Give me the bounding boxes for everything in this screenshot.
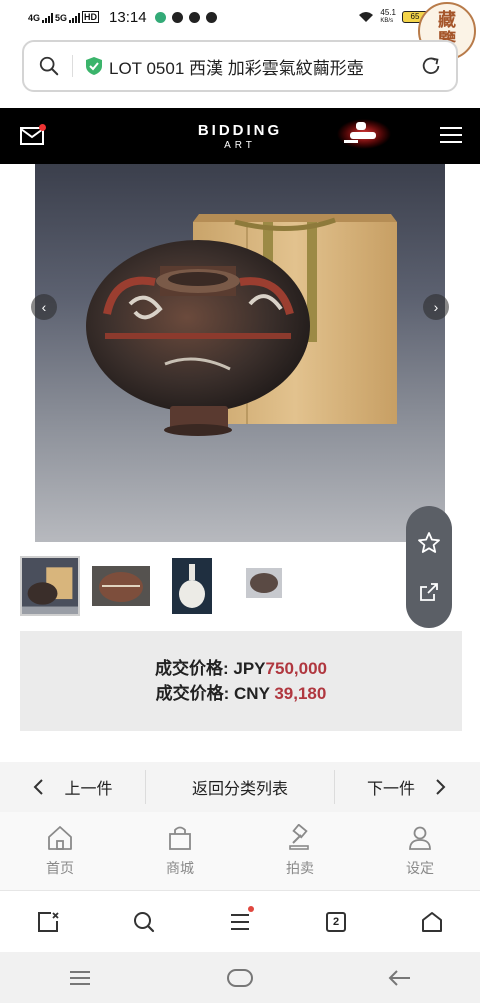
location-icon	[171, 11, 183, 23]
prev-lot-button[interactable]: 上一件	[0, 762, 145, 812]
user-icon	[409, 826, 431, 850]
tab-settings-label: 设定	[406, 860, 434, 876]
price-cny-row: 成交价格: CNY 39,180	[156, 681, 327, 706]
price-jpy-label: 成交价格: JPY	[155, 659, 266, 678]
price-jpy-value: 750,000	[265, 659, 327, 678]
menu-icon[interactable]	[440, 127, 462, 145]
price-cny-label: 成交价格: CNY	[155, 684, 275, 703]
tabs-button[interactable]: 2	[314, 900, 358, 944]
clock: 13:14	[109, 8, 147, 26]
search-icon	[134, 911, 155, 932]
status-bar: 4G 5G HD 13:14 45.1 KB/s 65	[0, 0, 480, 34]
gavel-icon	[289, 824, 309, 850]
network-type-1: 4G	[28, 13, 41, 23]
search-button[interactable]	[122, 900, 166, 944]
status-right: 45.1 KB/s 65	[358, 9, 428, 25]
shopping-bag-icon	[169, 826, 191, 850]
secure-shield-icon	[86, 57, 102, 75]
net-speed-unit: KB/s	[380, 18, 394, 24]
home-icon	[422, 911, 442, 932]
product-photo	[86, 214, 397, 436]
tab-home-label: 首页	[46, 860, 74, 876]
notification-icons	[154, 11, 217, 23]
next-lot-label: 下一件	[366, 781, 415, 798]
signal-bars-icon	[42, 13, 54, 23]
hd-badge: HD	[82, 11, 100, 23]
browser-menu-button[interactable]	[218, 900, 262, 944]
menu-notification-dot	[248, 905, 254, 912]
compass-icon	[188, 11, 200, 23]
thumbnail-2[interactable]	[92, 566, 150, 606]
price-cny-value: 39,180	[274, 684, 327, 703]
price-box: 成交价格: JPY750,000 成交价格: CNY 39,180	[20, 631, 462, 731]
tab-home[interactable]: 首页	[0, 812, 120, 890]
thumbnail-strip	[20, 556, 460, 618]
site-tab-bar: 首页 商城 拍卖 设定	[0, 812, 480, 890]
logo-subtext: ART	[224, 140, 256, 151]
system-navigation-bar	[0, 952, 480, 1003]
site-header: BIDDING ART	[0, 108, 480, 164]
seal-char-1: 藏	[438, 10, 456, 31]
url-text[interactable]: LOT 0501 西漢 加彩雲氣紋繭形壺	[109, 54, 412, 79]
star-icon[interactable]	[417, 531, 441, 555]
tab-count-icon: 2	[326, 911, 346, 932]
thumbnail-4[interactable]	[246, 568, 282, 598]
tab-mall-label: 商城	[166, 860, 194, 876]
lot-navigation: 上一件 返回分类列表 下一件	[0, 762, 480, 812]
address-bar[interactable]: LOT 0501 西漢 加彩雲氣紋繭形壺	[22, 40, 458, 92]
search-icon[interactable]	[38, 55, 60, 77]
tab-mall[interactable]: 商城	[120, 812, 240, 890]
wifi-icon	[359, 12, 374, 22]
thumbnail-1[interactable]	[20, 556, 80, 616]
browser-toolbar: 2	[0, 890, 480, 952]
next-lot-button[interactable]: 下一件	[335, 762, 479, 812]
signal-group: 4G 5G HD	[28, 11, 100, 23]
home-pill-icon[interactable]	[227, 967, 253, 989]
back-arrow-icon[interactable]	[387, 967, 413, 989]
reload-icon[interactable]	[420, 55, 442, 77]
tab-settings[interactable]: 设定	[360, 812, 480, 890]
chevron-right-icon	[436, 779, 446, 795]
product-main-image[interactable]	[35, 164, 445, 542]
network-type-2: 5G	[55, 13, 68, 23]
gallery-next-button[interactable]: ›	[423, 294, 449, 320]
net-speed: 45.1 KB/s	[380, 9, 396, 25]
auction-gavel-icon[interactable]	[336, 116, 392, 150]
screen: 4G 5G HD 13:14 45.1 KB/s 65 藏 鑒	[0, 0, 480, 1003]
home-button[interactable]	[410, 900, 454, 944]
mail-unread-dot	[39, 124, 46, 131]
logo-text: BIDDING	[197, 122, 283, 139]
recent-apps-icon[interactable]	[67, 967, 93, 989]
back-to-list-button[interactable]: 返回分类列表	[146, 762, 334, 812]
close-window-icon	[38, 911, 59, 932]
home-icon	[48, 826, 72, 850]
net-speed-value: 45.1	[380, 8, 396, 17]
signal-bars-icon	[69, 13, 81, 23]
back-to-list-label: 返回分类列表	[191, 781, 288, 798]
address-divider	[72, 55, 73, 77]
tab-auction-label: 拍卖	[286, 860, 314, 876]
app-notification-icon	[154, 11, 166, 23]
site-logo[interactable]: BIDDING ART	[180, 122, 300, 151]
tab-auction[interactable]: 拍卖	[240, 812, 360, 890]
gallery-prev-button[interactable]: ‹	[31, 294, 57, 320]
play-icon	[205, 11, 217, 23]
close-tab-button[interactable]	[26, 900, 70, 944]
chevron-left-icon	[34, 779, 44, 795]
menu-icon	[231, 913, 249, 930]
prev-lot-label: 上一件	[64, 781, 113, 798]
thumbnail-3[interactable]	[172, 558, 212, 614]
price-jpy-row: 成交价格: JPY750,000	[155, 656, 327, 681]
